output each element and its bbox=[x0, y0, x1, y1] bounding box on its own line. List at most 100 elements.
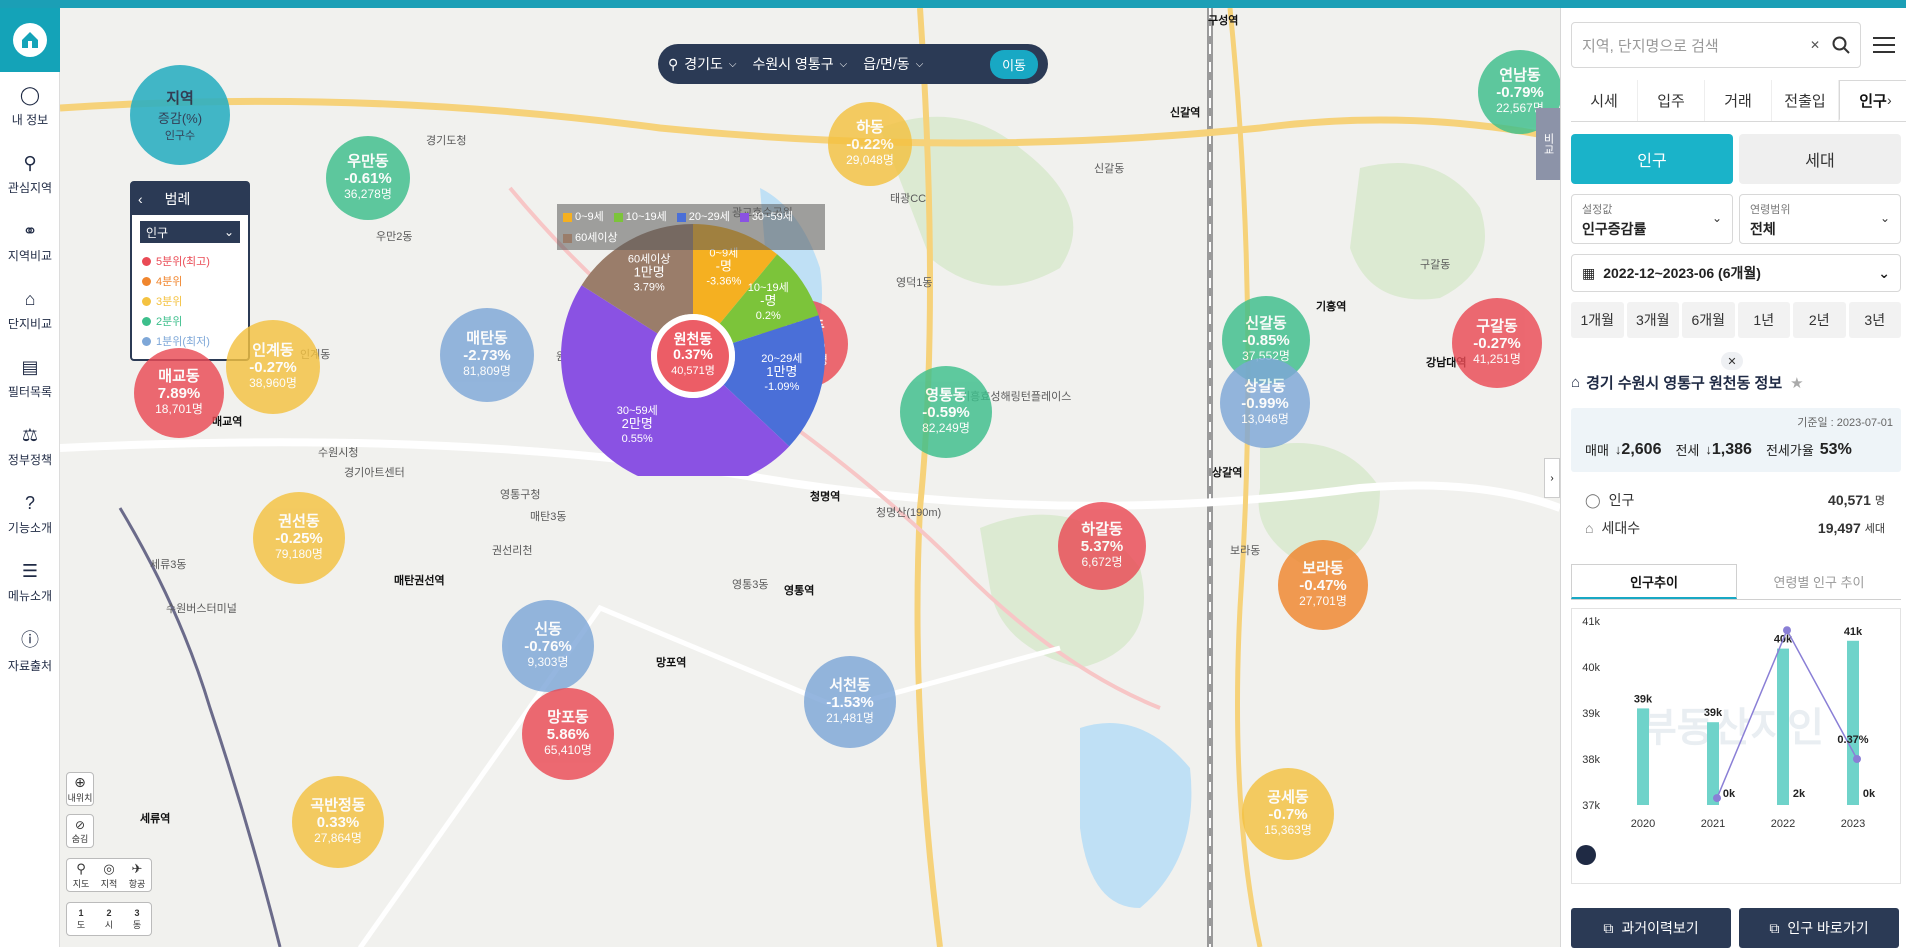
period-button[interactable]: 2년 bbox=[1793, 302, 1846, 338]
tab-1[interactable]: 입주 bbox=[1638, 80, 1705, 121]
admin-level-1[interactable]: 2시 bbox=[105, 908, 113, 931]
place-label: 영통구청 bbox=[500, 489, 541, 501]
setting-value-dropdown[interactable]: 설정값 인구증감률 ⌄ bbox=[1571, 194, 1733, 244]
rail-item-0[interactable]: ◯ 내 정보 bbox=[0, 72, 60, 140]
legend-header: ‹ 범례 bbox=[132, 183, 248, 215]
admin-level-0[interactable]: 1도 bbox=[77, 908, 85, 931]
dong-bubble[interactable]: 매탄동 -2.73% 81,809명 bbox=[440, 308, 534, 402]
compare-side-tab[interactable]: 비교 bbox=[1536, 108, 1560, 180]
rail-item-1[interactable]: ⚲ 관심지역 bbox=[0, 140, 60, 208]
dong-rate: -0.7% bbox=[1268, 806, 1308, 824]
period-button[interactable]: 6개월 bbox=[1682, 302, 1735, 338]
location-pin-icon: ⚲ bbox=[23, 152, 37, 173]
home-logo[interactable] bbox=[0, 8, 60, 72]
dong-bubble[interactable]: 영통동 -0.59% 82,249명 bbox=[900, 366, 992, 458]
dong-bubble[interactable]: 공세동 -0.7% 15,363명 bbox=[1242, 768, 1334, 860]
tab-2[interactable]: 거래 bbox=[1705, 80, 1772, 121]
info-icon: ⓘ bbox=[21, 630, 39, 650]
tab-age-population-trend[interactable]: 연령별 인구 추이 bbox=[1737, 564, 1901, 599]
tab-0[interactable]: 시세 bbox=[1571, 80, 1638, 121]
dong-rate: -1.53% bbox=[826, 694, 874, 712]
place-label: 수원버스터미널 bbox=[166, 603, 237, 615]
dong-population: 79,180명 bbox=[275, 547, 323, 562]
dong-population: 82,249명 bbox=[922, 421, 970, 436]
legend-dot bbox=[142, 336, 151, 346]
star-icon[interactable]: ★ bbox=[1790, 374, 1803, 392]
tab-population-trend[interactable]: 인구추이 bbox=[1571, 564, 1737, 599]
dong-bubble[interactable]: 망포동 5.86% 65,410명 bbox=[522, 688, 614, 780]
dong-bubble[interactable]: 구갈동 -0.27% 41,251명 bbox=[1452, 298, 1542, 388]
map-base-layer bbox=[60, 8, 1560, 947]
place-label: 영통3동 bbox=[732, 579, 769, 591]
age-range-dropdown[interactable]: 연령범위 전체 ⌄ bbox=[1739, 194, 1901, 244]
dong-bubble[interactable]: 곡반정동 0.33% 27,864명 bbox=[292, 776, 384, 868]
dong-bubble[interactable]: 매교동 7.89% 18,701명 bbox=[134, 348, 224, 438]
my-location-label: 내위치 bbox=[67, 793, 93, 803]
province-select[interactable]: ⚲ 경기도 ⌵ bbox=[668, 54, 737, 74]
search-input[interactable]: 지역, 단지명으로 검색 bbox=[1582, 35, 1810, 56]
date-range-dropdown[interactable]: ▦ 2022-12~2023-06 (6개월) ⌄ bbox=[1571, 254, 1901, 292]
period-button[interactable]: 1개월 bbox=[1571, 302, 1624, 338]
dong-bubble[interactable]: 보라동 -0.47% 27,701명 bbox=[1278, 540, 1368, 630]
rail-item-6[interactable]: ? 기능소개 bbox=[0, 480, 60, 548]
dong-bubble[interactable]: 서천동 -1.53% 21,481명 bbox=[804, 656, 896, 748]
map-area[interactable]: 매교역 수원시청 청명역 영통역 망포역 매탄권선역 신갈역 기흥역 상갈역 구성역 강남대역 세류역… bbox=[60, 8, 1560, 947]
dong-select[interactable]: 읍/면/동 ⌵ bbox=[863, 54, 923, 74]
rail-item-3[interactable]: ⌂ 단지비교 bbox=[0, 276, 60, 344]
map-type-1[interactable]: ◎ 지적 bbox=[101, 861, 118, 890]
rail-item-8[interactable]: ⓘ 자료출처 bbox=[0, 616, 60, 684]
dong-bubble[interactable]: 상갈동 -0.99% 13,046명 bbox=[1220, 358, 1310, 448]
age-legend-item: 10~19세 bbox=[613, 208, 667, 225]
dong-bubble[interactable]: 신동 -0.76% 9,303명 bbox=[502, 600, 594, 692]
collapse-chevron-icon[interactable]: ‹ bbox=[138, 191, 143, 207]
legend-title: 범례 bbox=[164, 191, 191, 207]
population-button[interactable]: 인구 bbox=[1571, 134, 1733, 184]
legend-select[interactable]: 인구 ⌄ bbox=[140, 221, 240, 243]
period-button[interactable]: 1년 bbox=[1737, 302, 1790, 338]
hamburger-menu-icon[interactable] bbox=[1873, 34, 1895, 54]
hide-button[interactable]: ⊘ 숨김 bbox=[66, 814, 94, 848]
close-info-icon[interactable]: ✕ bbox=[1721, 352, 1743, 370]
household-icon: ⌂ bbox=[1585, 520, 1594, 536]
dong-population: 38,960명 bbox=[249, 376, 297, 391]
legend-row: 5분위(최고) bbox=[132, 251, 248, 271]
panel-toggle-icon[interactable]: › bbox=[1544, 458, 1560, 498]
rail-item-2[interactable]: ⚭ 지역비교 bbox=[0, 208, 60, 276]
rail-item-7[interactable]: ☰ 메뉴소개 bbox=[0, 548, 60, 616]
trend-bar bbox=[1847, 640, 1859, 805]
map-type-0[interactable]: ⚲ 지도 bbox=[73, 861, 90, 890]
compare-pins-icon: ⚭ bbox=[22, 220, 38, 241]
tab-4[interactable]: 인구 bbox=[1839, 80, 1906, 121]
admin-level-2[interactable]: 3동 bbox=[133, 908, 141, 931]
rail-item-4[interactable]: ▤ 필터목록 bbox=[0, 344, 60, 412]
dong-bubble[interactable]: 하동 -0.22% 29,048명 bbox=[828, 102, 912, 186]
household-label: 세대수 bbox=[1601, 520, 1641, 536]
dong-bubble[interactable]: 인계동 -0.27% 38,960명 bbox=[226, 320, 320, 414]
rail-item-5[interactable]: ⚖ 정부정책 bbox=[0, 412, 60, 480]
dong-bubble[interactable]: 우만동 -0.61% 36,278명 bbox=[326, 136, 410, 220]
my-location-button[interactable]: ⊕ 내위치 bbox=[66, 772, 94, 806]
tab-3[interactable]: 전출입 bbox=[1772, 80, 1839, 121]
dong-name: 구갈동 bbox=[1476, 318, 1518, 336]
goto-population-button[interactable]: ⧉ 인구 바로가기 bbox=[1739, 908, 1899, 948]
household-button[interactable]: 세대 bbox=[1739, 134, 1901, 184]
tabs-next-chevron-icon[interactable]: › bbox=[1887, 92, 1892, 108]
period-button[interactable]: 3개월 bbox=[1626, 302, 1679, 338]
period-button[interactable]: 3년 bbox=[1848, 302, 1901, 338]
dong-population: 15,363명 bbox=[1264, 823, 1312, 838]
map-type-2[interactable]: ✈ 항공 bbox=[129, 861, 146, 890]
price-count-row: 매매 ↓ 2,606 전세 ↓ 1,386 전세가율 53% bbox=[1585, 440, 1852, 459]
search-icon[interactable] bbox=[1832, 36, 1850, 54]
place-label: 권선리천 bbox=[492, 545, 533, 557]
search-box[interactable]: 지역, 단지명으로 검색 ✕ bbox=[1571, 22, 1861, 68]
rail-item-label: 정부정책 bbox=[7, 452, 53, 467]
dong-bubble[interactable]: 권선동 -0.25% 79,180명 bbox=[253, 492, 345, 584]
legend-row: 3분위 bbox=[132, 291, 248, 311]
dong-bubble[interactable]: 하갈동 5.37% 6,672명 bbox=[1058, 502, 1146, 590]
donut-slice-rate: 0.55% bbox=[622, 433, 653, 445]
go-button[interactable]: 이동 bbox=[990, 49, 1038, 79]
history-button[interactable]: ⧉ 과거이력보기 bbox=[1571, 908, 1731, 948]
city-select[interactable]: 수원시 영통구 ⌵ bbox=[753, 54, 848, 74]
clear-icon[interactable]: ✕ bbox=[1810, 38, 1820, 52]
dong-name: 매교동 bbox=[158, 368, 200, 386]
